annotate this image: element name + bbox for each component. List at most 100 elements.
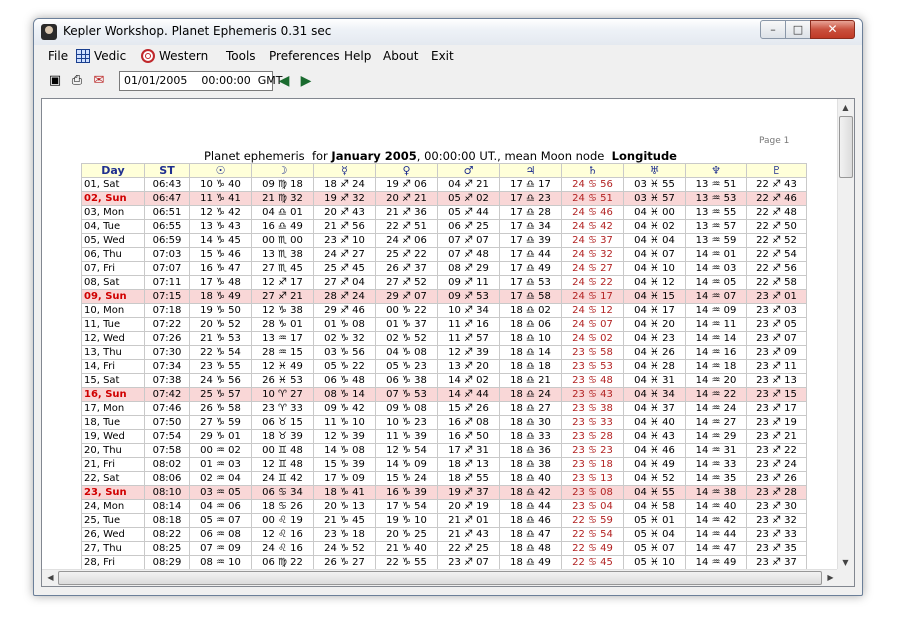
menu-preferences[interactable]: Preferences <box>269 49 340 63</box>
column-header: ☽ <box>251 163 314 178</box>
longitude-cell: 00 ♏ 00 <box>251 233 314 248</box>
menu-bar: File Vedic Western Tools Preferences Hel… <box>42 46 854 68</box>
longitude-cell: 21 ♑ 53 <box>189 331 252 346</box>
longitude-cell: 15 ♑ 46 <box>189 247 252 262</box>
longitude-cell: 18 ♎ 42 <box>499 485 562 500</box>
longitude-cell: 09 ♐ 11 <box>437 275 500 290</box>
longitude-cell: 11 ♑ 41 <box>189 191 252 206</box>
vertical-scrollbar[interactable]: ▲ ▼ <box>837 99 854 571</box>
longitude-cell: 22 ♐ 48 <box>746 205 807 220</box>
longitude-cell: 27 ♑ 59 <box>189 415 252 430</box>
sidereal-time-cell: 07:11 <box>144 275 190 290</box>
scroll-right-icon[interactable]: ▶ <box>823 570 838 585</box>
day-cell: 18, Tue <box>81 415 145 430</box>
longitude-cell: 04 ♓ 40 <box>623 415 686 430</box>
scroll-left-icon[interactable]: ◀ <box>43 570 58 585</box>
longitude-cell: 23 ♐ 01 <box>746 289 807 304</box>
title-bar[interactable]: Kepler Workshop. Planet Ephemeris 0.31 s… <box>34 19 862 45</box>
longitude-cell: 14 ♒ 33 <box>685 457 747 472</box>
longitude-cell: 05 ♒ 07 <box>189 513 252 528</box>
horizontal-scroll-thumb[interactable] <box>58 571 822 585</box>
day-cell: 05, Wed <box>81 233 145 248</box>
email-icon[interactable]: ✉ <box>90 73 108 89</box>
arrow-left-icon[interactable]: ◀ <box>275 74 293 88</box>
app-icon <box>41 24 57 40</box>
sidereal-time-cell: 06:51 <box>144 205 190 220</box>
column-header: ♀ <box>375 163 438 178</box>
longitude-cell: 08 ♐ 29 <box>437 261 500 276</box>
menu-tools[interactable]: Tools <box>226 49 256 63</box>
longitude-cell: 14 ♒ 11 <box>685 317 747 332</box>
longitude-cell: 22 ♐ 56 <box>746 261 807 276</box>
longitude-cell: 28 ♑ 01 <box>251 317 314 332</box>
longitude-cell: 13 ♏ 38 <box>251 247 314 262</box>
longitude-cell: 10 ♑ 23 <box>375 415 438 430</box>
printer-icon[interactable]: ⎙ <box>68 73 86 89</box>
menu-file[interactable]: File <box>48 49 68 63</box>
longitude-cell: 09 ♑ 08 <box>375 401 438 416</box>
scroll-up-icon[interactable]: ▲ <box>838 100 853 115</box>
close-button[interactable]: ✕ <box>810 20 855 39</box>
day-cell: 28, Fri <box>81 555 145 570</box>
table-row: 07, Fri 07:07 16 ♑ 47 27 ♏ 45 25 ♐ 45 26 ♐ 37… <box>81 261 807 276</box>
menu-about[interactable]: About <box>383 49 418 63</box>
longitude-cell: 28 ♐ 24 <box>313 289 376 304</box>
menu-western[interactable]: Western <box>141 49 208 63</box>
day-cell: 27, Thu <box>81 541 145 556</box>
title-prefix: Planet ephemeris for <box>204 149 332 163</box>
longitude-cell: 19 ♑ 50 <box>189 303 252 318</box>
longitude-cell: 17 ♎ 28 <box>499 205 562 220</box>
longitude-cell: 23 ♋ 23 <box>561 443 624 458</box>
longitude-cell: 10 ♈ 27 <box>251 387 314 402</box>
sidereal-time-cell: 07:46 <box>144 401 190 416</box>
longitude-cell: 19 ♑ 10 <box>375 513 438 528</box>
longitude-cell: 29 ♐ 07 <box>375 289 438 304</box>
longitude-cell: 18 ♎ 27 <box>499 401 562 416</box>
longitude-cell: 22 ♋ 49 <box>561 541 624 556</box>
longitude-cell: 12 ♑ 42 <box>189 205 252 220</box>
table-row: 22, Sat 08:06 02 ♒ 04 24 ♊ 42 17 ♑ 09 15 ♑ 24… <box>81 471 807 486</box>
table-row: 28, Fri 08:29 08 ♒ 10 06 ♍ 22 26 ♑ 27 22 ♑ 55… <box>81 555 807 570</box>
table-row: 06, Thu 07:03 15 ♑ 46 13 ♏ 38 24 ♐ 27 25 ♐ 22… <box>81 247 807 262</box>
horizontal-scrollbar[interactable]: ◀ ▶ <box>42 569 839 586</box>
longitude-cell: 05 ♐ 44 <box>437 205 500 220</box>
longitude-cell: 15 ♑ 39 <box>313 457 376 472</box>
table-row: 19, Wed 07:54 29 ♑ 01 18 ♉ 39 12 ♑ 39 11 ♑ 39… <box>81 429 807 444</box>
longitude-cell: 04 ♓ 07 <box>623 247 686 262</box>
page-label: Page 1 <box>759 136 790 146</box>
longitude-cell: 04 ♓ 28 <box>623 359 686 374</box>
longitude-cell: 22 ♐ 51 <box>375 219 438 234</box>
longitude-cell: 23 ♋ 28 <box>561 429 624 444</box>
longitude-cell: 18 ♎ 02 <box>499 303 562 318</box>
longitude-cell: 11 ♑ 10 <box>313 415 376 430</box>
sidereal-time-cell: 07:54 <box>144 429 190 444</box>
longitude-cell: 23 ♑ 18 <box>313 527 376 542</box>
arrow-right-icon[interactable]: ▶ <box>297 74 315 88</box>
longitude-cell: 24 ♐ 27 <box>313 247 376 262</box>
minimize-button[interactable]: – <box>760 20 786 39</box>
sidereal-time-cell: 06:47 <box>144 191 190 206</box>
column-header: ♄ <box>561 163 624 178</box>
longitude-cell: 05 ♓ 07 <box>623 541 686 556</box>
longitude-cell: 04 ♓ 52 <box>623 471 686 486</box>
maximize-button[interactable]: □ <box>785 20 811 39</box>
longitude-cell: 07 ♐ 48 <box>437 247 500 262</box>
menu-exit[interactable]: Exit <box>431 49 454 63</box>
toolbar: ▣ ⎙ ✉ 01/01/2005 00:00:00 GMT ◀ ▶ <box>42 69 854 95</box>
menu-vedic-label: Vedic <box>94 49 127 63</box>
menu-vedic[interactable]: Vedic <box>76 49 126 63</box>
longitude-cell: 27 ♐ 04 <box>313 275 376 290</box>
longitude-cell: 04 ♓ 00 <box>623 205 686 220</box>
camera-icon[interactable]: ▣ <box>46 73 64 89</box>
menu-help[interactable]: Help <box>344 49 371 63</box>
longitude-cell: 06 ♉ 15 <box>251 415 314 430</box>
longitude-cell: 09 ♍ 18 <box>251 177 314 192</box>
longitude-cell: 14 ♐ 02 <box>437 373 500 388</box>
vertical-scroll-thumb[interactable] <box>839 116 853 178</box>
longitude-cell: 18 ♎ 47 <box>499 527 562 542</box>
scroll-down-icon[interactable]: ▼ <box>838 555 853 570</box>
longitude-cell: 14 ♒ 01 <box>685 247 747 262</box>
app-window: Kepler Workshop. Planet Ephemeris 0.31 s… <box>33 18 863 596</box>
datetime-input[interactable]: 01/01/2005 00:00:00 GMT <box>119 71 283 91</box>
longitude-cell: 13 ♒ 59 <box>685 233 747 248</box>
